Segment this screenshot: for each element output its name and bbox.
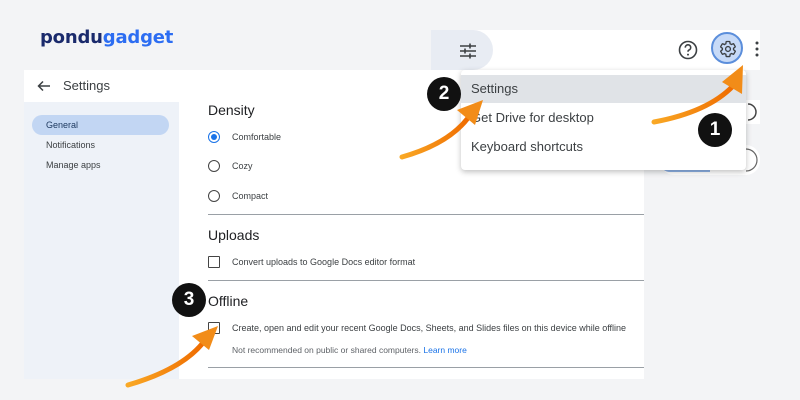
step-badge-2: 2 xyxy=(427,77,461,111)
drive-topbar xyxy=(431,30,760,70)
tune-icon[interactable] xyxy=(459,43,477,59)
sidebar-item-notifications[interactable]: Notifications xyxy=(32,135,169,155)
background-fragment xyxy=(745,100,760,124)
uploads-convert-option[interactable]: Convert uploads to Google Docs editor fo… xyxy=(208,254,415,270)
settings-gear-button[interactable] xyxy=(711,32,743,64)
density-label: Comfortable xyxy=(232,132,282,142)
density-option-cozy[interactable]: Cozy xyxy=(208,158,253,174)
logo-part-1: pondu xyxy=(40,27,103,48)
logo-part-2: gadget xyxy=(102,27,174,48)
uploads-title: Uploads xyxy=(208,227,260,243)
more-vert-icon[interactable] xyxy=(753,40,761,58)
density-label: Cozy xyxy=(232,161,253,171)
menu-item-settings[interactable]: Settings xyxy=(461,75,746,103)
checkbox[interactable] xyxy=(208,322,220,334)
offline-note-text: Not recommended on public or shared comp… xyxy=(232,345,421,355)
section-divider xyxy=(208,214,644,215)
sidebar-item-manage-apps[interactable]: Manage apps xyxy=(32,155,169,175)
section-divider xyxy=(208,367,644,368)
offline-label: Create, open and edit your recent Google… xyxy=(232,323,627,333)
uploads-convert-label: Convert uploads to Google Docs editor fo… xyxy=(232,257,416,267)
radio-checked[interactable] xyxy=(208,131,220,143)
brand-logo: pondugadget xyxy=(40,27,173,48)
offline-note: Not recommended on public or shared comp… xyxy=(232,345,467,355)
settings-sidebar: General Notifications Manage apps xyxy=(24,102,179,379)
density-option-compact[interactable]: Compact xyxy=(208,188,268,204)
offline-option[interactable]: Create, open and edit your recent Google… xyxy=(208,320,626,336)
gear-icon xyxy=(720,40,736,58)
density-label: Compact xyxy=(232,191,269,201)
step-badge-3: 3 xyxy=(172,283,206,317)
radio-unchecked[interactable] xyxy=(208,190,220,202)
offline-title: Offline xyxy=(208,293,249,309)
sidebar-item-general[interactable]: General xyxy=(32,115,169,135)
checkbox[interactable] xyxy=(208,256,220,268)
help-icon[interactable] xyxy=(678,40,698,60)
back-arrow-icon[interactable] xyxy=(36,78,52,94)
density-title: Density xyxy=(208,102,255,118)
radio-unchecked[interactable] xyxy=(208,160,220,172)
step-badge-1: 1 xyxy=(698,113,732,147)
section-divider xyxy=(208,280,644,281)
page-title: Settings xyxy=(63,78,110,93)
learn-more-link[interactable]: Learn more xyxy=(423,345,466,355)
search-options-pill[interactable] xyxy=(431,30,493,70)
density-option-comfortable[interactable]: Comfortable xyxy=(208,129,281,145)
